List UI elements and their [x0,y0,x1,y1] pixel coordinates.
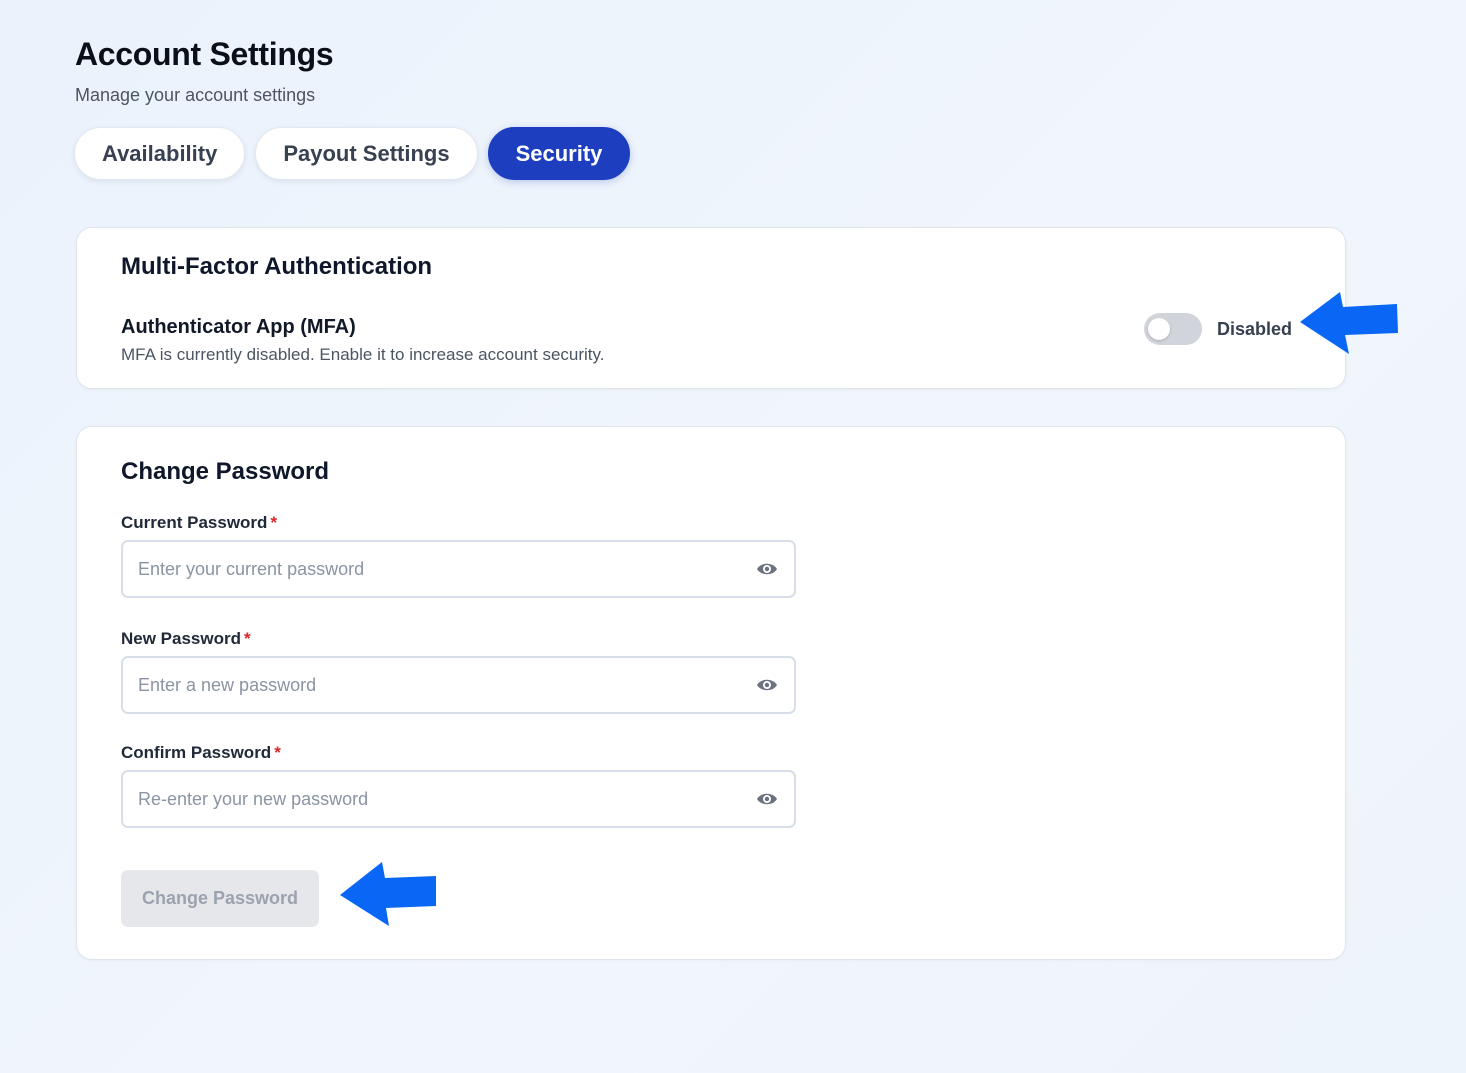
mfa-card: Multi-Factor Authentication Authenticato… [76,227,1346,389]
page-title: Account Settings [75,36,334,72]
required-marker: * [270,513,278,532]
toggle-knob [1148,318,1170,340]
tab-availability[interactable]: Availability [74,127,246,180]
eye-icon[interactable] [756,790,778,808]
confirm-password-input[interactable] [123,772,794,826]
required-marker: * [274,743,281,762]
current-password-input[interactable] [123,542,794,596]
mfa-app-label: Authenticator App (MFA) [121,316,356,338]
confirm-password-field [121,770,796,828]
current-password-field [121,540,796,598]
mfa-card-title: Multi-Factor Authentication [121,253,433,280]
page-subtitle: Manage your account settings [75,85,316,105]
confirm-password-label: Confirm Password * [121,743,281,762]
mfa-toggle[interactable] [1144,313,1202,345]
tab-security[interactable]: Security [487,127,631,180]
eye-icon[interactable] [756,560,778,578]
eye-icon[interactable] [756,676,778,694]
page-header: Account Settings Manage your account set… [75,36,334,106]
change-password-button[interactable]: Change Password [121,870,319,927]
change-password-card: Change Password Current Password * New Pa… [76,426,1346,960]
mfa-description: MFA is currently disabled. Enable it to … [121,345,605,364]
new-password-input[interactable] [123,658,794,712]
new-password-field [121,656,796,714]
mfa-status-label: Disabled [1217,319,1293,339]
arrow-left-icon [1300,292,1398,354]
change-password-title: Change Password [121,458,330,485]
arrow-left-icon [340,862,436,926]
new-password-label: New Password * [121,629,251,648]
required-marker: * [244,629,251,648]
tab-payout-settings[interactable]: Payout Settings [255,127,478,180]
current-password-label: Current Password * [121,513,278,532]
settings-tabs: Availability Payout Settings Security [74,127,631,180]
